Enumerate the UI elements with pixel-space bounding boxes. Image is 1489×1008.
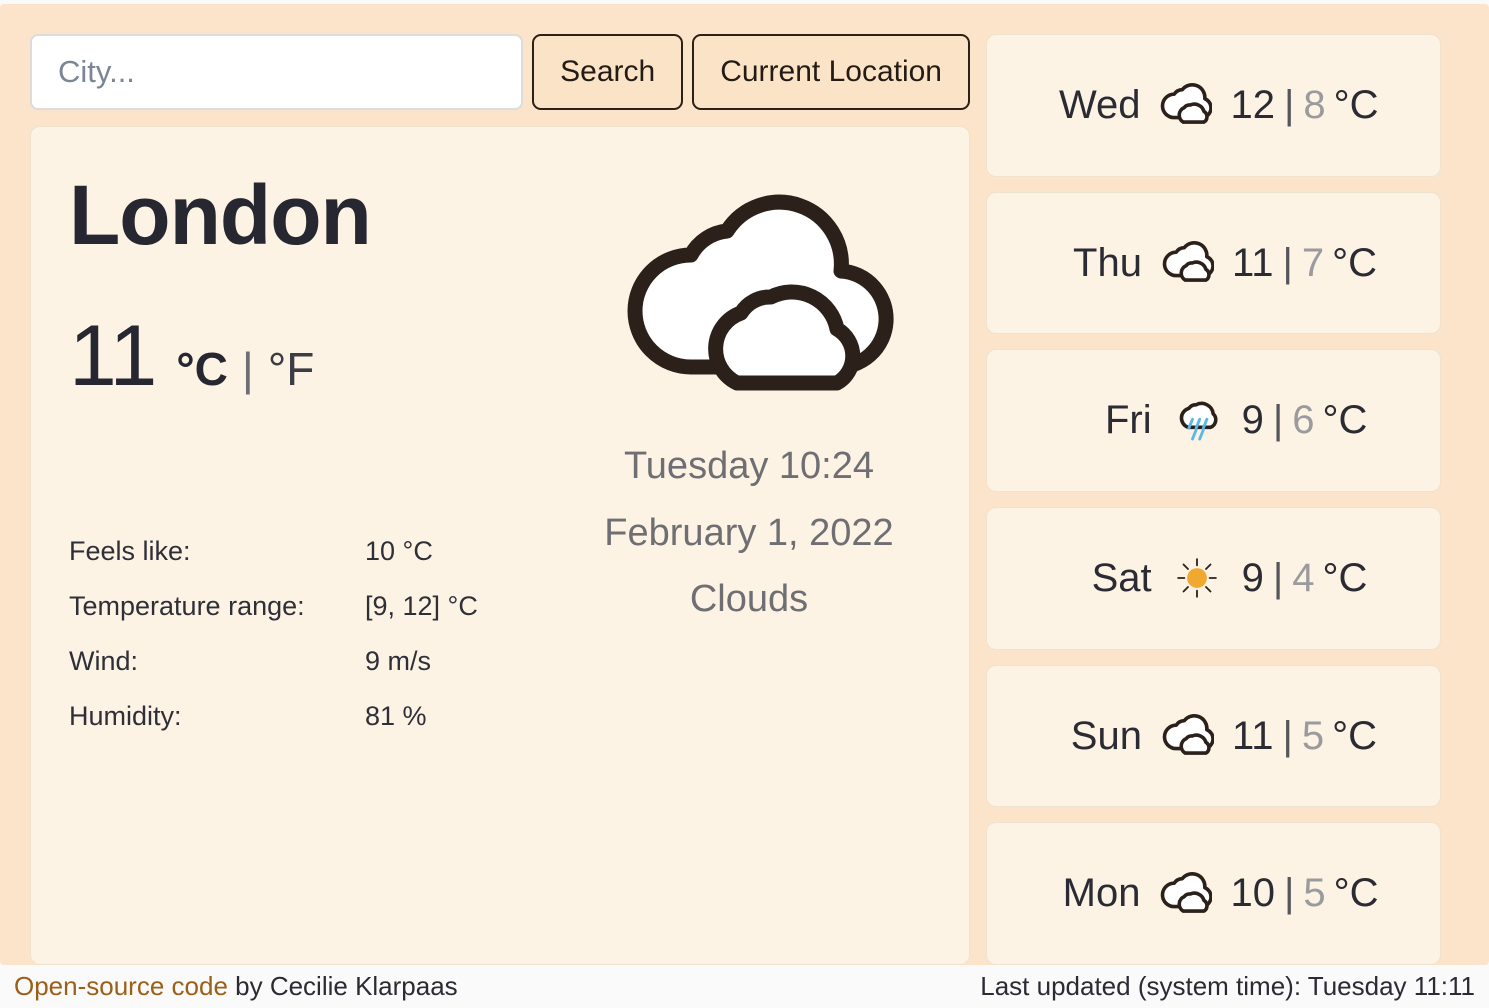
forecast-temps: 11 | 7 °C	[1232, 241, 1377, 286]
weather-details-list: Feels like: 10 °C Temperature range: [9,…	[69, 536, 569, 732]
detail-label: Humidity:	[69, 701, 182, 732]
last-updated-text: Last updated (system time): Tuesday 11:1…	[980, 971, 1475, 1001]
forecast-separator: |	[1283, 82, 1295, 127]
forecast-card-sat[interactable]: Sat 9 | 4 °C	[986, 507, 1441, 650]
unit-separator: |	[241, 343, 254, 396]
current-weather-right: Tuesday 10:24 February 1, 2022 Clouds	[569, 161, 929, 944]
detail-value: [9, 12] °C	[365, 591, 478, 622]
forecast-unit: °C	[1333, 871, 1379, 916]
detail-row-feels-like: Feels like: 10 °C	[69, 536, 569, 567]
forecast-min: 8	[1303, 82, 1326, 127]
forecast-unit: °C	[1333, 82, 1379, 127]
clouds-icon	[1161, 83, 1213, 125]
detail-row-humidity: Humidity: 81 %	[69, 701, 569, 732]
forecast-max: 9	[1241, 398, 1264, 443]
forecast-unit: °C	[1332, 713, 1378, 758]
detail-row-wind: Wind: 9 m/s	[69, 646, 569, 677]
date-full: February 1, 2022	[604, 511, 894, 554]
forecast-day-label: Wed	[1058, 82, 1141, 127]
current-location-button[interactable]: Current Location	[692, 34, 970, 110]
forecast-temps: 10 | 5 °C	[1230, 871, 1378, 916]
forecast-min: 5	[1303, 871, 1326, 916]
date-block: Tuesday 10:24 February 1, 2022 Clouds	[604, 433, 893, 633]
detail-value: 9 m/s	[365, 646, 432, 677]
forecast-day-label: Mon	[1062, 871, 1141, 916]
search-bar: Search Current Location	[30, 34, 970, 110]
forecast-card-fri[interactable]: Fri 9 | 6 °C	[986, 349, 1441, 493]
forecast-max: 10	[1230, 871, 1275, 916]
clouds-icon	[1162, 714, 1214, 755]
open-source-code-link[interactable]: Open-source code	[14, 971, 228, 1001]
forecast-min: 5	[1301, 713, 1325, 758]
current-temperature-value: 11	[69, 308, 157, 405]
city-name: London	[69, 168, 372, 262]
forecast-temps: 12 | 8 °C	[1230, 83, 1378, 128]
footer: Open-source code by Cecilie Klarpaas Las…	[0, 965, 1489, 1008]
detail-label: Feels like:	[69, 536, 191, 567]
forecast-min: 4	[1292, 555, 1315, 600]
footer-credit: Open-source code by Cecilie Klarpaas	[14, 971, 458, 1002]
forecast-unit: °C	[1332, 240, 1378, 285]
forecast-temps: 11 | 5 °C	[1232, 714, 1377, 759]
forecast-min: 7	[1301, 240, 1325, 285]
detail-label: Wind:	[69, 646, 139, 677]
forecast-separator: |	[1272, 398, 1284, 443]
weather-app: Search Current Location London 11 °C | °…	[0, 4, 1489, 966]
forecast-column: Wed 12 | 8 °C Thu 11 | 7 °C Fri 9 | 6 °C…	[986, 34, 1441, 966]
forecast-day-label: Thu	[1073, 240, 1142, 285]
forecast-card-mon[interactable]: Mon 10 | 5 °C	[986, 822, 1441, 966]
current-weather-card: London 11 °C | °F Feels like: 10 °C Temp…	[30, 126, 970, 965]
forecast-unit: °C	[1322, 398, 1368, 443]
unit-celsius-toggle[interactable]: °C	[176, 342, 228, 396]
forecast-day-label: Sun	[1070, 713, 1142, 758]
forecast-card-wed[interactable]: Wed 12 | 8 °C	[986, 34, 1441, 177]
clouds-icon	[1162, 241, 1214, 282]
forecast-max: 9	[1241, 555, 1264, 600]
forecast-card-sun[interactable]: Sun 11 | 5 °C	[986, 664, 1441, 808]
current-temperature-row: 11 °C | °F	[69, 307, 569, 406]
forecast-max: 12	[1230, 82, 1275, 127]
clouds-icon	[1161, 871, 1213, 913]
detail-label: Temperature range:	[69, 591, 305, 622]
detail-value: 81 %	[365, 701, 427, 732]
forecast-separator: |	[1283, 871, 1295, 916]
forecast-min: 6	[1292, 398, 1315, 443]
sun-icon	[1176, 558, 1217, 599]
forecast-card-thu[interactable]: Thu 11 | 7 °C	[986, 191, 1441, 335]
forecast-separator: |	[1282, 713, 1293, 758]
forecast-max: 11	[1231, 713, 1274, 758]
forecast-max: 11	[1231, 240, 1274, 285]
forecast-temps: 9 | 6 °C	[1242, 398, 1368, 443]
current-weather-left: London 11 °C | °F Feels like: 10 °C Temp…	[69, 161, 569, 944]
unit-fahrenheit-toggle[interactable]: °F	[268, 342, 315, 396]
search-input[interactable]	[30, 34, 524, 110]
forecast-day-label: Sat	[1091, 555, 1152, 600]
clouds-icon	[627, 194, 894, 391]
detail-row-temperature-range: Temperature range: [9, 12] °C	[69, 591, 569, 622]
search-button[interactable]: Search	[532, 34, 684, 110]
weather-condition: Clouds	[689, 578, 809, 620]
forecast-separator: |	[1282, 240, 1293, 285]
forecast-separator: |	[1272, 555, 1284, 600]
forecast-temps: 9 | 4 °C	[1242, 556, 1368, 601]
forecast-unit: °C	[1322, 555, 1368, 600]
footer-author: by Cecilie Klarpaas	[227, 971, 458, 1001]
date-time: Tuesday 10:24	[624, 445, 874, 487]
forecast-day-label: Fri	[1104, 398, 1152, 443]
detail-value: 10 °C	[365, 536, 433, 567]
main-column: Search Current Location London 11 °C | °…	[30, 34, 970, 965]
rain-icon	[1179, 401, 1218, 441]
